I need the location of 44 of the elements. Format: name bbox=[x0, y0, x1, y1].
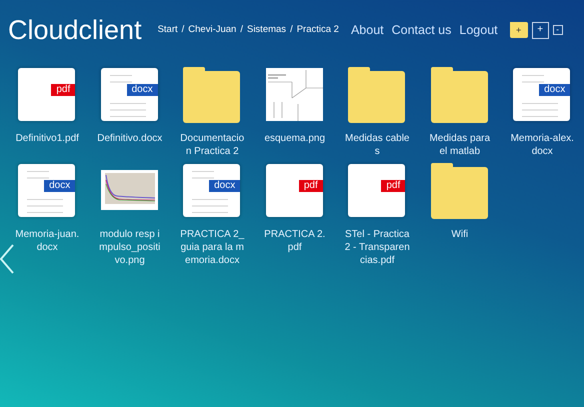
file-type-label: pdf bbox=[381, 180, 406, 192]
file-name[interactable]: esquema.png bbox=[262, 132, 328, 145]
breadcrumb-link[interactable]: Practica 2 bbox=[296, 22, 339, 38]
breadcrumb-link[interactable]: Start bbox=[158, 22, 178, 38]
file-name[interactable]: Documentacion Practica 2 bbox=[179, 132, 246, 158]
file-type-label: pdf bbox=[298, 180, 323, 192]
breadcrumb-separator: / bbox=[240, 22, 243, 37]
document-icon[interactable]: docx bbox=[183, 164, 240, 217]
document-icon[interactable]: pdf bbox=[18, 68, 76, 121]
file-name[interactable]: STel - Practica 2 - Transparencias.pdf bbox=[344, 228, 410, 267]
file-name[interactable]: Definitivo.docx bbox=[96, 132, 163, 145]
file-name[interactable]: Definitivo1.pdf bbox=[14, 132, 80, 145]
breadcrumb-link[interactable]: Sistemas bbox=[246, 22, 286, 38]
file-name[interactable]: PRACTICA 2.pdf bbox=[262, 228, 328, 254]
breadcrumb-separator: / bbox=[182, 22, 184, 37]
nav-link[interactable]: About bbox=[350, 20, 384, 40]
new-folder-button[interactable]: + bbox=[510, 22, 528, 38]
file-name[interactable]: Memoria-alex.docx bbox=[509, 132, 576, 158]
add-button[interactable]: + bbox=[532, 22, 549, 38]
chevron-left-icon[interactable] bbox=[0, 244, 14, 274]
file-type-label: docx bbox=[539, 84, 570, 96]
remove-button[interactable]: - bbox=[552, 25, 563, 35]
site-title: Cloudclient bbox=[8, 14, 142, 47]
file-type-label: docx bbox=[209, 180, 240, 192]
file-name[interactable]: Memoria-juan.docx bbox=[14, 228, 80, 254]
file-name[interactable]: Medidas para el matlab bbox=[426, 132, 493, 158]
diagram-thumbnail[interactable] bbox=[266, 68, 323, 121]
file-type-label: docx bbox=[44, 180, 76, 192]
nav-link[interactable]: Contact us bbox=[392, 20, 452, 40]
breadcrumb-link[interactable]: Chevi-Juan bbox=[188, 22, 236, 38]
file-type-label: docx bbox=[126, 84, 158, 96]
file-name[interactable]: Wifi bbox=[426, 228, 493, 241]
file-name[interactable]: Medidas cables bbox=[344, 132, 410, 158]
document-icon[interactable]: docx bbox=[100, 68, 158, 121]
breadcrumb-separator: / bbox=[290, 22, 293, 37]
nav-link[interactable]: Logout bbox=[459, 20, 498, 40]
plot-thumbnail[interactable] bbox=[100, 170, 158, 210]
file-type-label: pdf bbox=[51, 84, 76, 96]
document-icon[interactable]: docx bbox=[513, 68, 570, 121]
file-name[interactable]: modulo resp impulso_positivo.png bbox=[96, 228, 163, 267]
document-icon[interactable]: docx bbox=[18, 164, 76, 217]
document-icon[interactable]: pdf bbox=[266, 164, 323, 217]
document-icon[interactable]: pdf bbox=[348, 164, 406, 217]
file-name[interactable]: PRACTICA 2_guia para la memoria.docx bbox=[179, 228, 246, 267]
